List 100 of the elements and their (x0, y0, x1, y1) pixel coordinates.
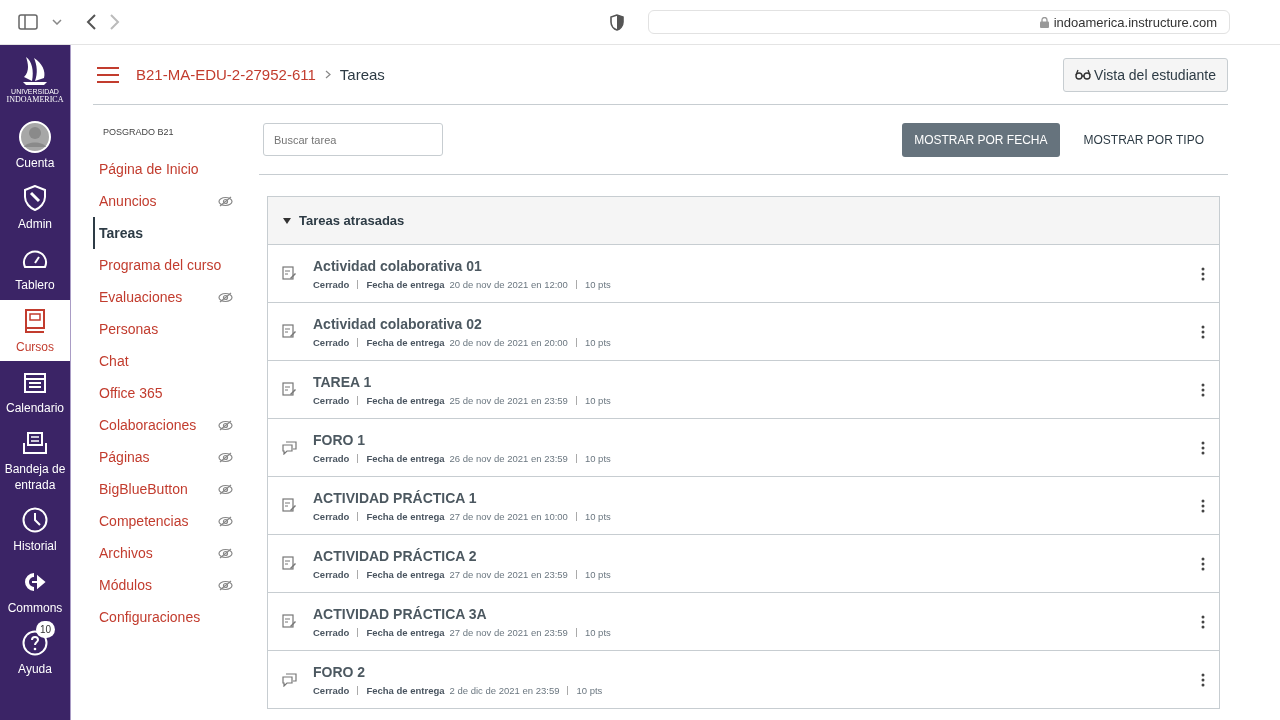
assignment-icon (282, 498, 297, 513)
course-nav-item[interactable]: Office 365 (93, 377, 233, 409)
due-date: 2 de dic de 2021 en 23:59 (449, 684, 560, 696)
term-label: POSGRADO B21 (102, 127, 175, 137)
course-nav-item[interactable]: Evaluaciones (93, 281, 233, 313)
status-text: Cerrado (313, 336, 350, 348)
global-nav-item[interactable]: Cursos (0, 299, 70, 361)
eye-slash-icon (218, 419, 233, 431)
course-nav-item[interactable]: Colaboraciones (93, 409, 233, 441)
course-nav-item[interactable]: Programa del curso (93, 249, 233, 281)
assignment-row[interactable]: ACTIVIDAD PRÁCTICA 1 Cerrado Fecha de entrega 27 de nov de 2021 en 10:00 10 pts (268, 477, 1219, 535)
course-nav-item[interactable]: Competencias (93, 505, 233, 537)
assignment-row[interactable]: Actividad colaborativa 01 Cerrado Fecha de entrega 20 de nov de 2021 en 12:00 10 pts (268, 245, 1219, 303)
due-date: 26 de nov de 2021 en 23:59 (449, 452, 568, 464)
status-text: Cerrado (313, 452, 350, 464)
global-nav-item[interactable]: Admin (0, 177, 70, 239)
breadcrumb-link[interactable]: B21-MA-EDU-2-27952-611 (136, 66, 316, 83)
points-text: 10 pts (584, 336, 611, 348)
global-nav-item[interactable]: Cuenta (0, 116, 70, 178)
global-nav-item[interactable]: Tablero (0, 238, 70, 300)
more-options-icon[interactable] (1201, 672, 1205, 687)
points-text: 10 pts (584, 278, 611, 290)
assignment-title[interactable]: FORO 1 (313, 431, 1201, 448)
assignment-icon (282, 614, 297, 629)
due-label: Fecha de entrega (366, 278, 445, 290)
more-options-icon[interactable] (1201, 498, 1205, 513)
assignment-title[interactable]: TAREA 1 (313, 373, 1201, 390)
status-text: Cerrado (313, 568, 350, 580)
more-options-icon[interactable] (1201, 614, 1205, 629)
student-view-button[interactable]: Vista del estudiante (1063, 57, 1228, 92)
global-nav-item[interactable]: Calendario (0, 360, 70, 422)
more-options-icon[interactable] (1201, 324, 1205, 339)
due-label: Fecha de entrega (366, 626, 445, 638)
gauge-icon (22, 249, 48, 270)
due-label: Fecha de entrega (366, 336, 445, 348)
global-nav-item[interactable]: Historial (0, 499, 70, 561)
course-nav-item[interactable]: Configuraciones (93, 601, 233, 633)
course-nav-item[interactable]: BigBlueButton (93, 473, 233, 505)
course-nav-item[interactable]: Personas (93, 313, 233, 345)
logo-title: INDOAMERICA (6, 95, 64, 104)
caret-icon (283, 217, 291, 224)
url-text: indoamerica.instructure.com (1053, 14, 1217, 30)
assignment-title[interactable]: ACTIVIDAD PRÁCTICA 2 (313, 547, 1201, 564)
discussion-icon (282, 672, 297, 687)
status-text: Cerrado (313, 684, 350, 696)
course-nav-item[interactable]: Chat (93, 345, 233, 377)
due-label: Fecha de entrega (366, 452, 445, 464)
sort-button[interactable]: MOSTRAR POR TIPO (1071, 122, 1216, 157)
course-nav-item[interactable]: Páginas (93, 441, 233, 473)
breadcrumb-current: Tareas (339, 66, 385, 83)
assignment-row[interactable]: FORO 1 Cerrado Fecha de entrega 26 de nov de 2021 en 23:59 10 pts (268, 419, 1219, 477)
assignment-row[interactable]: ACTIVIDAD PRÁCTICA 3A Cerrado Fecha de entrega 27 de nov de 2021 en 23:59 10 pts (268, 593, 1219, 651)
due-date: 27 de nov de 2021 en 10:00 (449, 510, 568, 522)
course-nav-item[interactable]: Anuncios (93, 185, 233, 217)
eye-slash-icon (218, 195, 233, 207)
assignment-title[interactable]: Actividad colaborativa 01 (313, 257, 1201, 274)
sidebar-icon[interactable] (18, 14, 38, 30)
more-options-icon[interactable] (1201, 556, 1205, 571)
course-nav-item[interactable]: Página de Inicio (93, 153, 233, 185)
course-nav-item[interactable]: Archivos (93, 537, 233, 569)
status-text: Cerrado (313, 394, 350, 406)
address-bar[interactable]: indoamerica.instructure.com (648, 10, 1230, 34)
assignment-title[interactable]: FORO 2 (313, 663, 1201, 680)
eye-slash-icon (218, 579, 233, 591)
assignment-row[interactable]: Actividad colaborativa 02 Cerrado Fecha de entrega 20 de nov de 2021 en 20:00 10 pts (268, 303, 1219, 361)
sort-button[interactable]: MOSTRAR POR FECHA (902, 122, 1060, 157)
global-nav-item[interactable]: 10 Ayuda (0, 621, 70, 683)
due-date: 20 de nov de 2021 en 12:00 (449, 278, 568, 290)
course-nav-item[interactable]: Módulos (93, 569, 233, 601)
due-date: 25 de nov de 2021 en 23:59 (449, 394, 568, 406)
more-options-icon[interactable] (1201, 382, 1205, 397)
eye-slash-icon (218, 291, 233, 303)
menu-icon[interactable] (97, 66, 119, 83)
assignment-icon (282, 324, 297, 339)
assignment-icon (282, 382, 297, 397)
assignment-icon (282, 266, 297, 281)
assignment-title[interactable]: ACTIVIDAD PRÁCTICA 1 (313, 489, 1201, 506)
assignment-row[interactable]: ACTIVIDAD PRÁCTICA 2 Cerrado Fecha de entrega 27 de nov de 2021 en 23:59 10 pts (268, 535, 1219, 593)
eye-slash-icon (218, 451, 233, 463)
course-nav-item[interactable]: Tareas (93, 217, 233, 249)
chevron-down-icon[interactable] (52, 19, 62, 25)
arrow-right-circle-icon (22, 570, 48, 593)
status-text: Cerrado (313, 626, 350, 638)
assignment-title[interactable]: ACTIVIDAD PRÁCTICA 3A (313, 605, 1201, 622)
search-field[interactable]: Buscar tarea (263, 123, 443, 156)
clock-icon (22, 507, 48, 534)
assignment-row[interactable]: FORO 2 Cerrado Fecha de entrega 2 de dic de 2021 en 23:59 10 pts (268, 651, 1219, 709)
assignment-title[interactable]: Actividad colaborativa 02 (313, 315, 1201, 332)
group-header[interactable]: Tareas atrasadas (268, 197, 1219, 245)
shield-icon[interactable] (610, 13, 624, 31)
global-nav-item[interactable]: Bandeja de entrada (0, 421, 70, 500)
status-text: Cerrado (313, 510, 350, 522)
due-label: Fecha de entrega (366, 568, 445, 580)
more-options-icon[interactable] (1201, 266, 1205, 281)
more-options-icon[interactable] (1201, 440, 1205, 455)
calendar-icon (24, 370, 46, 393)
eye-slash-icon (218, 547, 233, 559)
back-icon[interactable] (86, 14, 96, 30)
global-nav-item[interactable]: Commons (0, 560, 70, 622)
assignment-row[interactable]: TAREA 1 Cerrado Fecha de entrega 25 de nov de 2021 en 23:59 10 pts (268, 361, 1219, 419)
